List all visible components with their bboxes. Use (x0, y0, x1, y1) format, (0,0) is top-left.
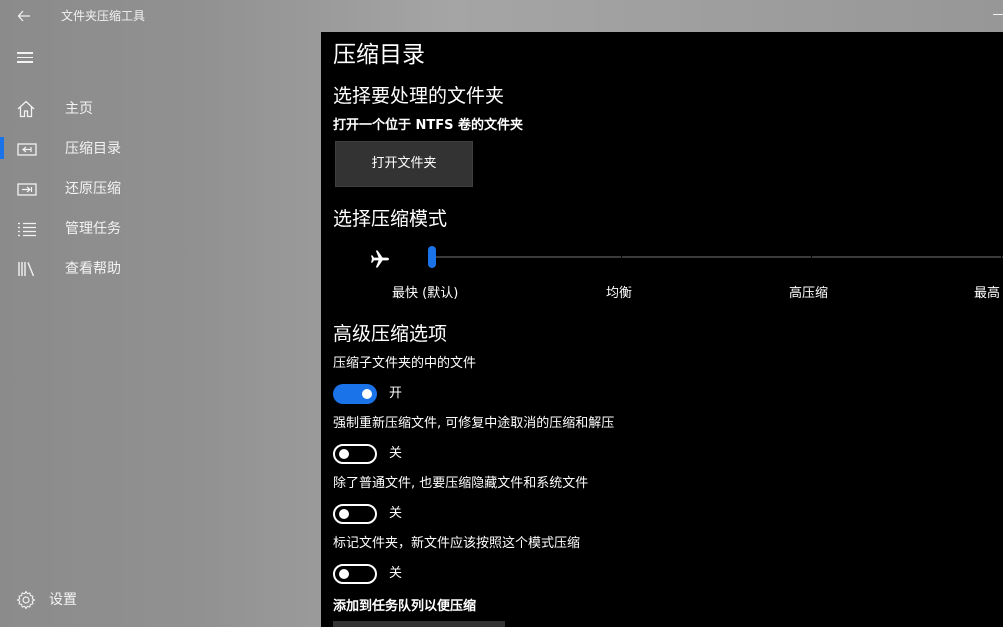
compress-folder-icon (16, 139, 38, 159)
subfolders-toggle[interactable] (333, 384, 377, 404)
slider-tick (811, 256, 812, 258)
nav-item-restore[interactable]: 还原压缩 (0, 169, 320, 209)
hidden-files-toggle[interactable] (333, 504, 377, 524)
mark-folder-toggle[interactable] (333, 564, 377, 584)
option-label-hidden-files: 除了普通文件, 也要压缩隐藏文件和系统文件 (333, 476, 589, 491)
option-label-force-recompress: 强制重新压缩文件, 可修复中途取消的压缩和解压 (333, 416, 615, 431)
option-label-subfolders: 压缩子文件夹的中的文件 (333, 356, 477, 371)
home-icon (16, 99, 38, 119)
gear-icon (16, 590, 36, 610)
toggle-knob (339, 449, 349, 459)
airplane-icon (369, 248, 391, 270)
nav-item-tasks[interactable]: 管理任务 (0, 209, 320, 249)
content-pane: 压缩目录 选择要处理的文件夹 打开一个位于 NTFS 卷的文件夹 打开文件夹 选… (321, 32, 1003, 627)
nav-item-label: 查看帮助 (65, 261, 121, 277)
nav-item-help[interactable]: 查看帮助 (0, 249, 320, 289)
title-bar: 文件夹压缩工具 (0, 0, 1003, 32)
add-to-queue-button[interactable] (333, 621, 505, 627)
queue-label: 添加到任务队列以便压缩 (333, 599, 477, 614)
window-title: 文件夹压缩工具 (61, 9, 146, 23)
selection-indicator (0, 137, 4, 159)
nav-item-label: 主页 (65, 101, 93, 117)
page-title: 压缩目录 (333, 42, 425, 68)
mode-level-label: 均衡 (606, 286, 633, 301)
slider-thumb[interactable] (428, 246, 436, 268)
compression-mode-slider[interactable] (431, 256, 1003, 258)
force-recompress-toggle[interactable] (333, 444, 377, 464)
task-list-icon (16, 219, 38, 239)
toggle-state-label: 开 (389, 386, 403, 401)
toggle-state-label: 关 (389, 506, 403, 521)
nav-item-compress-folder[interactable]: 压缩目录 (0, 129, 320, 169)
open-folder-button[interactable]: 打开文件夹 (335, 141, 473, 187)
hamburger-menu-icon[interactable] (10, 44, 40, 70)
toggle-knob (339, 509, 349, 519)
toggle-knob (339, 569, 349, 579)
nav-item-settings[interactable]: 设置 (0, 580, 320, 620)
mode-level-label: 最快 (默认) (392, 286, 459, 301)
mode-heading: 选择压缩模式 (333, 208, 448, 230)
advanced-heading: 高级压缩选项 (333, 323, 448, 345)
slider-tick (1001, 256, 1002, 258)
nav-item-label: 管理任务 (65, 221, 121, 237)
nav-item-home[interactable]: 主页 (0, 89, 320, 129)
select-folder-instruction: 打开一个位于 NTFS 卷的文件夹 (333, 118, 524, 133)
option-label-mark-folder: 标记文件夹，新文件应该按照这个模式压缩 (333, 536, 581, 551)
minimize-icon[interactable] (993, 14, 1003, 15)
restore-icon (16, 179, 38, 199)
mode-level-label: 最高 (974, 286, 1001, 301)
toggle-knob (362, 389, 372, 399)
nav-item-label: 压缩目录 (65, 141, 121, 157)
nav-item-label: 还原压缩 (65, 181, 121, 197)
slider-tick (621, 256, 622, 258)
mode-level-label: 高压缩 (789, 286, 829, 301)
library-help-icon (16, 259, 38, 279)
back-arrow-icon[interactable] (10, 4, 38, 28)
settings-label: 设置 (49, 592, 77, 608)
select-folder-heading: 选择要处理的文件夹 (333, 85, 505, 107)
toggle-state-label: 关 (389, 566, 403, 581)
toggle-state-label: 关 (389, 446, 403, 461)
